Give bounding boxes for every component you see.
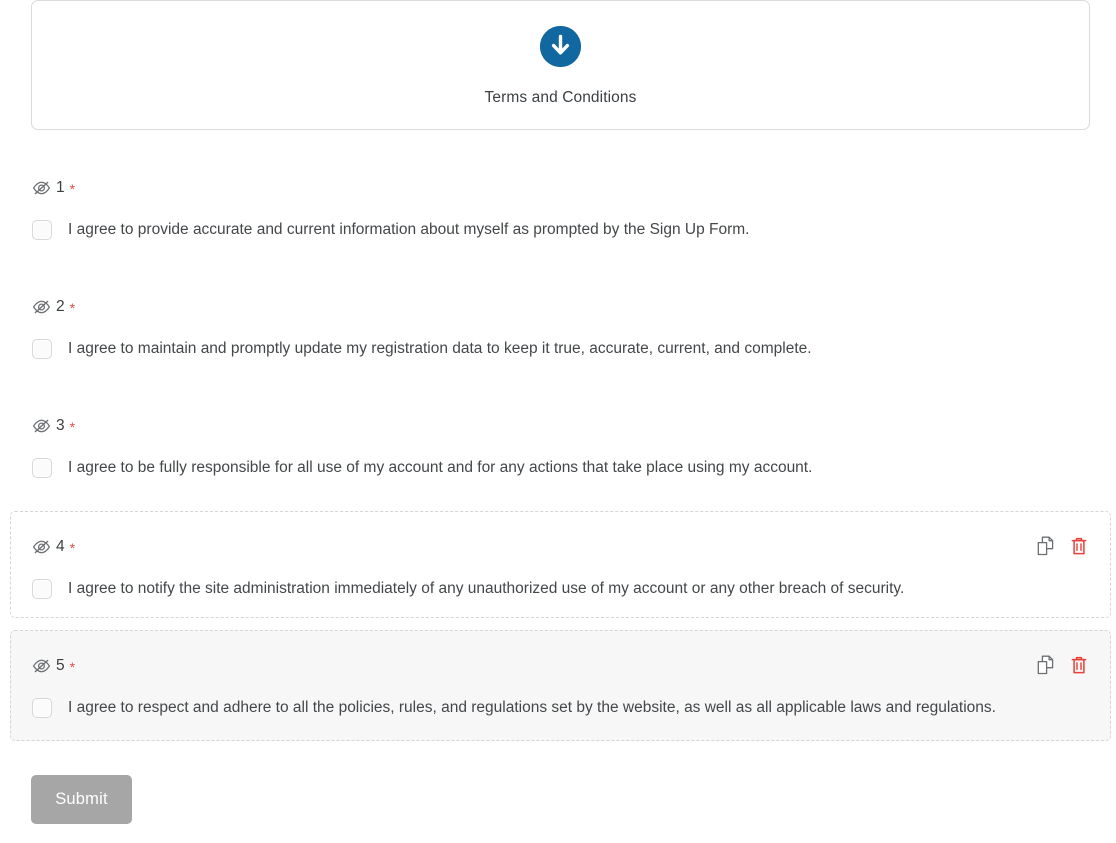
agreement-label: I agree to respect and adhere to all the…: [68, 699, 996, 717]
question-header-1: 1 *: [11, 177, 1110, 199]
agreement-label: I agree to be fully responsible for all …: [68, 459, 813, 477]
agreement-label: I agree to notify the site administratio…: [68, 580, 905, 598]
agreement-label: I agree to maintain and promptly update …: [68, 340, 812, 358]
agreement-checkbox[interactable]: [32, 220, 52, 240]
question-block-2[interactable]: 2 * I agree to maintain and promptly upd…: [10, 295, 1111, 373]
question-row-5: I agree to respect and adhere to all the…: [11, 698, 1110, 718]
submit-button[interactable]: Submit: [31, 775, 132, 824]
question-row-2: I agree to maintain and promptly update …: [11, 339, 1110, 359]
question-number: 2: [56, 298, 65, 316]
required-asterisk: *: [69, 419, 76, 435]
question-row-4: I agree to notify the site administratio…: [11, 579, 1110, 599]
question-block-4[interactable]: 4 * I agree to notify the site administr…: [10, 511, 1111, 618]
required-asterisk: *: [69, 181, 76, 197]
terms-and-conditions-card[interactable]: Terms and Conditions: [31, 0, 1090, 130]
question-actions-5: [1035, 654, 1089, 676]
agreement-checkbox[interactable]: [32, 458, 52, 478]
question-number: 5: [56, 657, 65, 675]
question-block-1[interactable]: 1 * I agree to provide accurate and curr…: [10, 176, 1111, 254]
delete-icon[interactable]: [1069, 535, 1089, 557]
question-row-3: I agree to be fully responsible for all …: [11, 458, 1110, 478]
agreement-checkbox[interactable]: [32, 698, 52, 718]
question-header-5: 5 *: [11, 655, 1110, 677]
agreement-checkbox[interactable]: [32, 579, 52, 599]
question-block-3[interactable]: 3 * I agree to be fully responsible for …: [10, 414, 1111, 492]
required-asterisk: *: [69, 540, 76, 556]
question-number: 3: [56, 417, 65, 435]
eye-slash-icon[interactable]: [32, 658, 51, 674]
form-builder-page: Terms and Conditions 1 * I agree to prov…: [0, 0, 1116, 843]
required-asterisk: *: [69, 659, 76, 675]
required-asterisk: *: [69, 300, 76, 316]
eye-slash-icon[interactable]: [32, 180, 51, 196]
eye-slash-icon[interactable]: [32, 418, 51, 434]
agreement-label: I agree to provide accurate and current …: [68, 221, 750, 239]
question-header-2: 2 *: [11, 296, 1110, 318]
copy-icon[interactable]: [1035, 654, 1055, 676]
question-header-3: 3 *: [11, 415, 1110, 437]
question-number: 1: [56, 179, 65, 197]
eye-slash-icon[interactable]: [32, 539, 51, 555]
agreement-checkbox[interactable]: [32, 339, 52, 359]
question-actions-4: [1035, 535, 1089, 557]
download-circle-icon[interactable]: [540, 25, 581, 67]
eye-slash-icon[interactable]: [32, 299, 51, 315]
question-block-5[interactable]: 5 * I agree to respect and adhere to all…: [10, 630, 1111, 741]
question-header-4: 4 *: [11, 536, 1110, 558]
question-row-1: I agree to provide accurate and current …: [11, 220, 1110, 240]
copy-icon[interactable]: [1035, 535, 1055, 557]
terms-and-conditions-label: Terms and Conditions: [484, 88, 637, 106]
delete-icon[interactable]: [1069, 654, 1089, 676]
question-number: 4: [56, 538, 65, 556]
